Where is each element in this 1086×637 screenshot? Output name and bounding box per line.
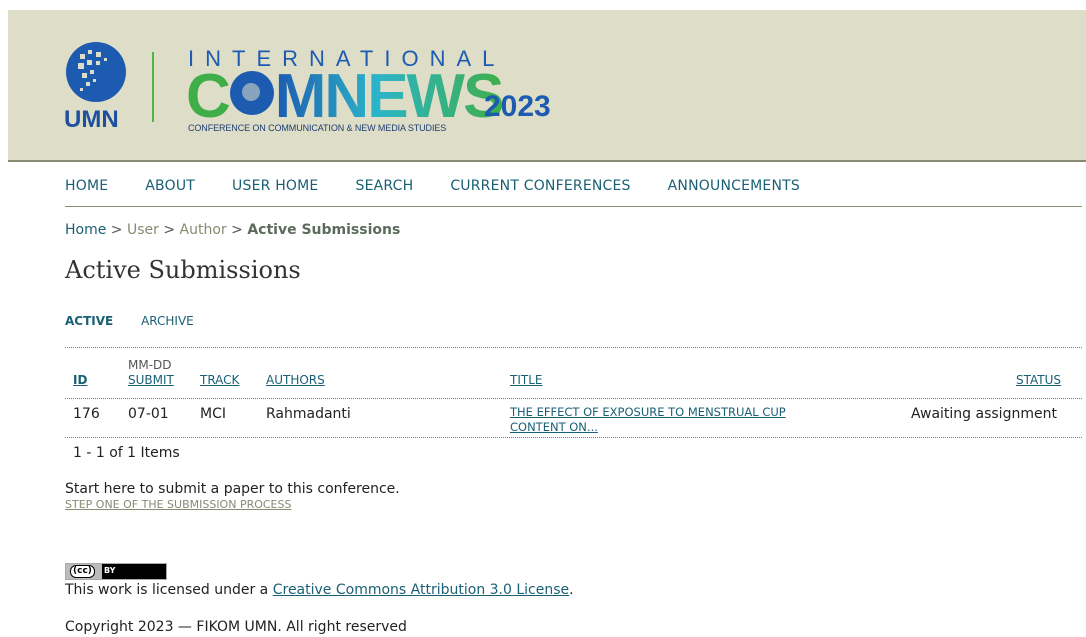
row-title-line2: CONTENT ON...	[510, 420, 598, 434]
pagination-count: 1 - 1 of 1 Items	[73, 445, 180, 461]
license-text: This work is licensed under a Creative C…	[65, 582, 574, 598]
nav-home[interactable]: HOME	[65, 178, 108, 194]
nav-current-conferences[interactable]: CURRENT CONFERENCES	[450, 178, 630, 194]
license-link[interactable]: Creative Commons Attribution 3.0 License	[273, 582, 569, 598]
header-banner: UMN INTERNATIONAL C MNEWS 2023 CONFERENCE…	[8, 10, 1086, 162]
nav-about[interactable]: ABOUT	[145, 178, 195, 194]
col-header-status[interactable]: STATUS	[1016, 373, 1061, 387]
breadcrumb-home[interactable]: Home	[65, 222, 106, 238]
col-header-submit-label: SUBMIT	[128, 373, 174, 387]
breadcrumb-current[interactable]: Active Submissions	[247, 222, 400, 238]
page-title: Active Submissions	[65, 256, 301, 284]
col-header-id-label: ID	[73, 373, 88, 387]
copyright: Copyright 2023 — FIKOM UMN. All right re…	[65, 619, 407, 635]
nav-search[interactable]: SEARCH	[355, 178, 413, 194]
logo-divider	[152, 52, 154, 122]
table-header-rule	[65, 398, 1082, 399]
cc-by-label: BY	[104, 566, 116, 575]
main-nav: HOME ABOUT USER HOME SEARCH CURRENT CONF…	[65, 178, 837, 194]
cc-license-badge[interactable]: (cc) BY	[65, 563, 167, 580]
header-date-top: MM-DD	[128, 358, 172, 372]
breadcrumb: Home > User > Author > Active Submission…	[65, 222, 400, 238]
row-date: 07-01	[128, 406, 169, 422]
col-header-id[interactable]: ID	[73, 373, 87, 387]
event-logo-globe-icon	[229, 71, 274, 115]
tab-archive[interactable]: ARCHIVE	[141, 314, 194, 328]
event-logo-c: C	[186, 62, 231, 131]
event-year: 2023	[484, 90, 551, 123]
event-logo-rest: MNEWS	[274, 62, 505, 131]
event-subtitle: CONFERENCE ON COMMUNICATION & NEW MEDIA …	[188, 123, 447, 133]
col-header-authors-label: AUTHORS	[266, 373, 325, 387]
submission-tabs: ACTIVE ARCHIVE	[65, 314, 194, 328]
submit-intro-text: Start here to submit a paper to this con…	[65, 481, 400, 497]
col-header-track-label: TRACK	[200, 373, 240, 387]
nav-announcements[interactable]: ANNOUNCEMENTS	[668, 178, 800, 194]
breadcrumb-author[interactable]: Author	[180, 222, 227, 238]
table-bottom-rule	[65, 437, 1082, 438]
breadcrumb-user[interactable]: User	[127, 222, 159, 238]
event-logo: C MNEWS	[186, 66, 504, 128]
col-header-title[interactable]: TITLE	[510, 373, 542, 387]
row-id: 176	[73, 406, 100, 422]
breadcrumb-sep: >	[110, 222, 123, 238]
umn-wordmark: UMN	[64, 106, 119, 133]
table-top-rule	[65, 347, 1082, 348]
license-prefix: This work is licensed under a	[65, 582, 273, 598]
nav-divider	[65, 206, 1082, 207]
col-header-status-label: STATUS	[1016, 373, 1062, 387]
breadcrumb-sep: >	[231, 222, 243, 238]
row-track: MCI	[200, 406, 226, 422]
license-suffix: .	[569, 582, 574, 598]
row-title-link[interactable]: THE EFFECT OF EXPOSURE TO MENSTRUAL CUP …	[510, 405, 850, 435]
col-header-submit[interactable]: SUBMIT	[128, 373, 174, 387]
col-header-title-label: TITLE	[510, 373, 543, 387]
row-title-line1: THE EFFECT OF EXPOSURE TO MENSTRUAL CUP	[510, 405, 786, 419]
breadcrumb-sep: >	[163, 222, 176, 238]
row-authors: Rahmadanti	[266, 406, 351, 422]
tab-active[interactable]: ACTIVE	[65, 314, 113, 328]
col-header-authors[interactable]: AUTHORS	[266, 373, 325, 387]
submission-step-one-link[interactable]: STEP ONE OF THE SUBMISSION PROCESS	[65, 498, 291, 511]
cc-icon: (cc)	[70, 565, 95, 578]
nav-user-home[interactable]: USER HOME	[232, 178, 318, 194]
row-status: Awaiting assignment	[911, 406, 1057, 422]
col-header-track[interactable]: TRACK	[200, 373, 239, 387]
